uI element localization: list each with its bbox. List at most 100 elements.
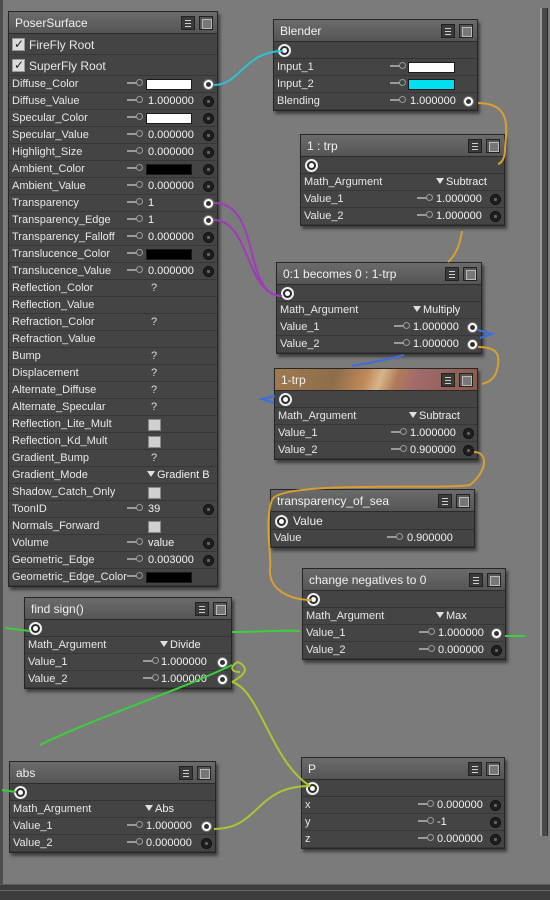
- input-port-icon[interactable]: [203, 504, 214, 515]
- node-preview-icon[interactable]: [463, 267, 477, 281]
- find-sign-node[interactable]: find sign() Math_Argument Divide Value_1 1.…: [24, 597, 232, 689]
- dropdown-select[interactable]: Divide: [160, 639, 201, 651]
- input-port-icon[interactable]: [490, 800, 501, 811]
- key-icon[interactable]: [127, 249, 143, 259]
- node-header[interactable]: change negatives to 0: [303, 569, 505, 591]
- key-icon[interactable]: [127, 130, 143, 140]
- node-preview-icon[interactable]: [199, 16, 213, 30]
- p-node[interactable]: P x 0.000000 y -1 z 0.000000: [301, 757, 505, 849]
- node-header[interactable]: P: [302, 758, 504, 780]
- input-port-icon[interactable]: [463, 445, 474, 456]
- output-port-icon[interactable]: [278, 44, 291, 57]
- input-port-icon[interactable]: [467, 322, 478, 333]
- input-port-icon[interactable]: [490, 817, 501, 828]
- param-value[interactable]: 0.000000: [438, 644, 484, 656]
- node-preview-icon[interactable]: [486, 762, 500, 776]
- change-negatives-node[interactable]: change negatives to 0 Math_Argument Max Va…: [302, 568, 506, 660]
- node-menu-icon[interactable]: [441, 24, 455, 38]
- input-port-icon[interactable]: [203, 130, 214, 141]
- output-port-icon[interactable]: [306, 782, 319, 795]
- param-value[interactable]: 1.000000: [148, 95, 194, 107]
- key-icon[interactable]: [127, 572, 143, 582]
- input-port-icon[interactable]: [491, 645, 502, 656]
- color-swatch[interactable]: [146, 113, 192, 124]
- key-icon[interactable]: [127, 181, 143, 191]
- input-port-icon[interactable]: [201, 821, 212, 832]
- node-header[interactable]: Blender: [274, 20, 477, 42]
- input-port-icon[interactable]: [463, 96, 474, 107]
- input-port-icon[interactable]: [490, 194, 501, 205]
- param-value[interactable]: 39: [148, 503, 160, 515]
- vertical-scrollbar[interactable]: [540, 8, 548, 836]
- output-port-icon[interactable]: [275, 515, 288, 528]
- input-port-icon[interactable]: [203, 215, 214, 226]
- param-value[interactable]: 1.000000: [413, 338, 459, 350]
- checkbox-icon[interactable]: [148, 436, 161, 448]
- key-icon[interactable]: [394, 322, 410, 332]
- output-port-icon[interactable]: [279, 393, 292, 406]
- node-preview-icon[interactable]: [213, 602, 227, 616]
- node-header[interactable]: find sign(): [25, 598, 231, 620]
- checkbox-checked-icon[interactable]: [12, 37, 25, 51]
- input-port-icon[interactable]: [203, 147, 214, 158]
- key-icon[interactable]: [143, 657, 159, 667]
- node-menu-icon[interactable]: [438, 494, 452, 508]
- param-value[interactable]: ?: [151, 282, 157, 294]
- input-port-icon[interactable]: [203, 538, 214, 549]
- key-icon[interactable]: [387, 533, 403, 543]
- key-icon[interactable]: [127, 838, 143, 848]
- color-swatch[interactable]: [408, 62, 455, 73]
- input-port-icon[interactable]: [203, 249, 214, 260]
- checkbox-checked-icon[interactable]: [12, 58, 25, 72]
- checkbox-icon[interactable]: [148, 487, 161, 499]
- dropdown-select[interactable]: Max: [436, 610, 467, 622]
- key-icon[interactable]: [127, 538, 143, 548]
- param-value[interactable]: value: [148, 537, 174, 549]
- color-swatch[interactable]: [146, 249, 192, 260]
- abs-node[interactable]: abs Math_Argument Abs Value_1 1.000000 Value…: [9, 761, 216, 853]
- input-port-icon[interactable]: [203, 96, 214, 107]
- input-port-icon[interactable]: [203, 266, 214, 277]
- param-value[interactable]: 0.000000: [148, 180, 194, 192]
- dropdown-select[interactable]: Subtract: [436, 176, 487, 188]
- param-value[interactable]: ?: [151, 384, 157, 396]
- checkbox-icon[interactable]: [148, 419, 161, 431]
- param-value[interactable]: 1.000000: [413, 321, 459, 333]
- param-value[interactable]: 1.000000: [410, 95, 456, 107]
- node-header[interactable]: PoserSurface: [9, 12, 217, 34]
- dropdown-select[interactable]: Gradient B: [147, 469, 210, 481]
- node-menu-icon[interactable]: [469, 573, 483, 587]
- color-swatch[interactable]: [146, 79, 192, 90]
- param-value[interactable]: 0.000000: [148, 146, 194, 158]
- input-port-icon[interactable]: [201, 838, 212, 849]
- input-port-icon[interactable]: [203, 555, 214, 566]
- node-preview-icon[interactable]: [197, 766, 211, 780]
- dropdown-select[interactable]: Abs: [145, 803, 174, 815]
- becomes-math-node[interactable]: 0:1 becomes 0 : 1-trp Math_Argument Multi…: [276, 262, 482, 354]
- key-icon[interactable]: [127, 555, 143, 565]
- param-value[interactable]: 1.000000: [161, 656, 207, 668]
- key-icon[interactable]: [417, 194, 433, 204]
- dropdown-select[interactable]: Multiply: [413, 304, 460, 316]
- key-icon[interactable]: [390, 79, 406, 89]
- input-port-icon[interactable]: [203, 113, 214, 124]
- param-value[interactable]: 0.000000: [437, 833, 483, 845]
- input-port-icon[interactable]: [490, 211, 501, 222]
- node-header[interactable]: 0:1 becomes 0 : 1-trp: [277, 263, 481, 285]
- node-menu-icon[interactable]: [195, 602, 209, 616]
- param-value[interactable]: ?: [151, 452, 157, 464]
- param-value[interactable]: 1.000000: [438, 627, 484, 639]
- key-icon[interactable]: [127, 79, 143, 89]
- param-value[interactable]: 1.000000: [436, 210, 482, 222]
- input-port-icon[interactable]: [203, 164, 214, 175]
- transparency-of-sea-node[interactable]: transparency_of_sea Value Value 0.900000: [270, 489, 475, 548]
- node-header[interactable]: 1 : trp: [301, 135, 504, 157]
- input-port-icon[interactable]: [490, 834, 501, 845]
- root-checkbox-row[interactable]: SuperFly Root: [9, 55, 217, 76]
- param-value[interactable]: 0.000000: [148, 265, 194, 277]
- param-value[interactable]: 0.000000: [146, 837, 192, 849]
- node-menu-icon[interactable]: [468, 139, 482, 153]
- horizontal-scrollbar[interactable]: [0, 884, 550, 900]
- key-icon[interactable]: [127, 232, 143, 242]
- key-icon[interactable]: [143, 674, 159, 684]
